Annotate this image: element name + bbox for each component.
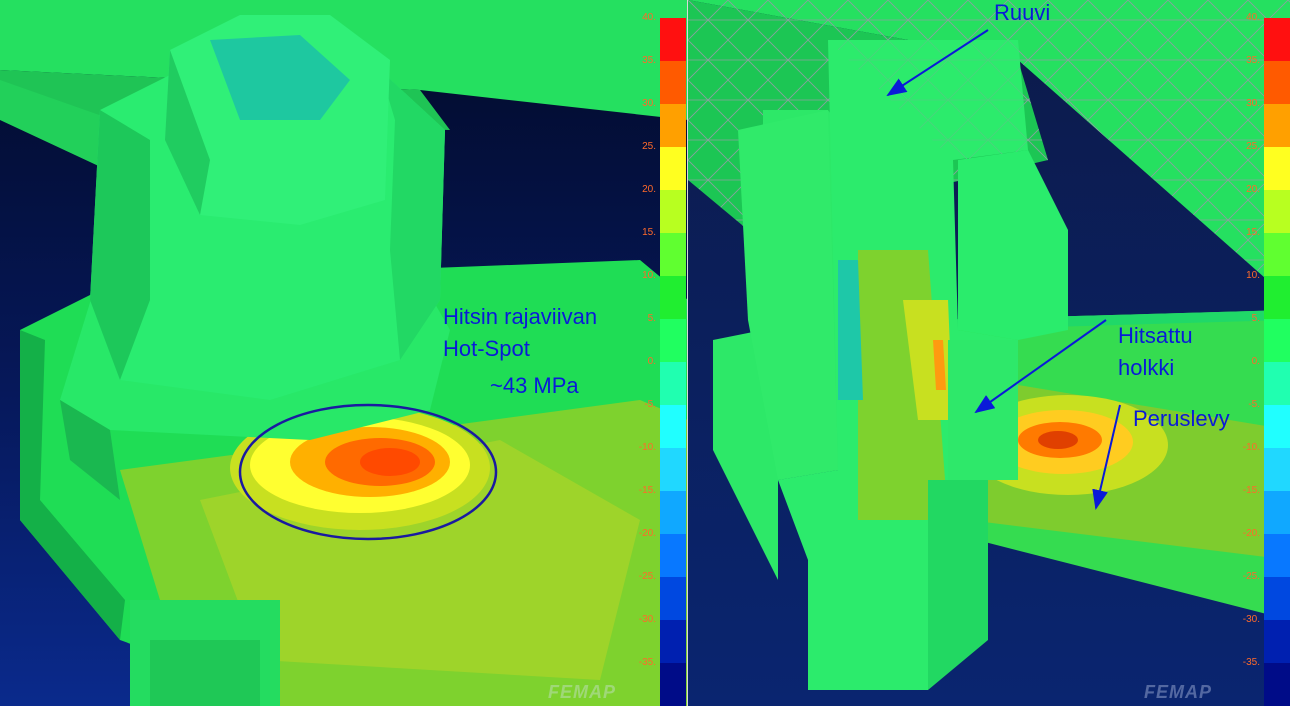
legend-swatch <box>1264 319 1290 362</box>
legend-swatch <box>1264 18 1290 61</box>
label-bolt: Ruuvi <box>994 0 1051 25</box>
legend-swatch <box>660 448 686 491</box>
legend-swatch <box>660 534 686 577</box>
legend-swatch <box>1264 362 1290 405</box>
legend-tick-label: -5. <box>644 399 656 410</box>
legend-tick-label: 20. <box>1246 184 1260 195</box>
legend-swatch <box>1264 405 1290 448</box>
plate-arrow <box>1092 404 1121 510</box>
legend-swatch <box>1264 233 1290 276</box>
legend-tick-label: 15. <box>1246 227 1260 238</box>
legend-tick-label: -15. <box>638 485 656 496</box>
legend-tick-label: -20. <box>1242 528 1260 539</box>
legend-tick-label: -15. <box>1242 485 1260 496</box>
legend-swatch <box>660 577 686 620</box>
legend-tick-label: -35. <box>1242 657 1260 668</box>
legend-tick-label: -25. <box>638 571 656 582</box>
legend-swatch <box>660 319 686 362</box>
legend-tick-label: -10. <box>638 442 656 453</box>
legend-swatch <box>1264 276 1290 319</box>
legend-tick-label: 30. <box>642 98 656 109</box>
legend-swatch <box>660 61 686 104</box>
left-3d-viewport[interactable]: Hitsin rajaviivan Hot-Spot ~43 MPa FEMAP… <box>0 0 688 706</box>
legend-swatch <box>660 276 686 319</box>
right-annotation-arrows <box>886 29 1121 510</box>
legend-swatch <box>660 147 686 190</box>
legend-tick-label: -35. <box>638 657 656 668</box>
legend-swatch <box>660 18 686 61</box>
legend-swatch <box>1264 534 1290 577</box>
femap-logo: FEMAP <box>548 682 616 702</box>
legend-swatch <box>660 362 686 405</box>
legend-tick-label: 20. <box>642 184 656 195</box>
legend-swatch <box>1264 491 1290 534</box>
legend-swatch <box>660 104 686 147</box>
legend-swatch <box>660 663 686 706</box>
annotation-weld-line: Hitsin rajaviivan <box>443 304 598 329</box>
legend-swatch <box>660 620 686 663</box>
legend-tick-label: -30. <box>638 614 656 625</box>
legend-swatch <box>1264 448 1290 491</box>
label-welded-bushing-1: Hitsattu <box>1118 323 1193 348</box>
legend-tick-label: 40. <box>1246 12 1260 23</box>
legend-swatch <box>1264 61 1290 104</box>
legend-swatch <box>1264 190 1290 233</box>
legend-tick-label: 0. <box>1251 356 1260 367</box>
legend-swatch <box>660 405 686 448</box>
label-welded-bushing-2: holkki <box>1118 355 1175 380</box>
legend-swatch <box>1264 147 1290 190</box>
legend-tick-label: 5. <box>1251 313 1260 324</box>
legend-tick-label: 35. <box>642 55 656 66</box>
bushing-arrow <box>974 319 1107 414</box>
legend-swatch <box>660 233 686 276</box>
bolt-arrow <box>886 29 989 97</box>
legend-tick-label: -10. <box>1242 442 1260 453</box>
right-3d-viewport[interactable]: Ruuvi Hitsattu holkki Peruslevy FEMAP 40… <box>688 0 1290 706</box>
legend-tick-label: 0. <box>647 356 656 367</box>
legend-tick-label: 25. <box>1246 141 1260 152</box>
legend-tick-label: 40. <box>642 12 656 23</box>
legend-tick-label: 5. <box>647 313 656 324</box>
legend-tick-label: 35. <box>1246 55 1260 66</box>
legend-tick-label: 10. <box>1246 270 1260 281</box>
legend-swatch <box>660 190 686 233</box>
legend-tick-label: 15. <box>642 227 656 238</box>
legend-tick-label: 10. <box>642 270 656 281</box>
legend-swatch <box>1264 104 1290 147</box>
legend-swatch <box>660 491 686 534</box>
legend-swatch <box>1264 663 1290 706</box>
legend-tick-label: 25. <box>642 141 656 152</box>
legend-swatch <box>1264 620 1290 663</box>
legend-swatch <box>1264 577 1290 620</box>
annotation-stress-value: ~43 MPa <box>490 373 579 398</box>
legend-tick-label: -30. <box>1242 614 1260 625</box>
legend-tick-label: -5. <box>1248 399 1260 410</box>
annotation-hot-spot: Hot-Spot <box>443 336 530 361</box>
hotspot-circle <box>238 403 498 541</box>
label-base-plate: Peruslevy <box>1133 406 1230 431</box>
femap-logo: FEMAP <box>1144 682 1212 702</box>
legend-tick-label: -25. <box>1242 571 1260 582</box>
legend-tick-label: 30. <box>1246 98 1260 109</box>
legend-tick-label: -20. <box>638 528 656 539</box>
